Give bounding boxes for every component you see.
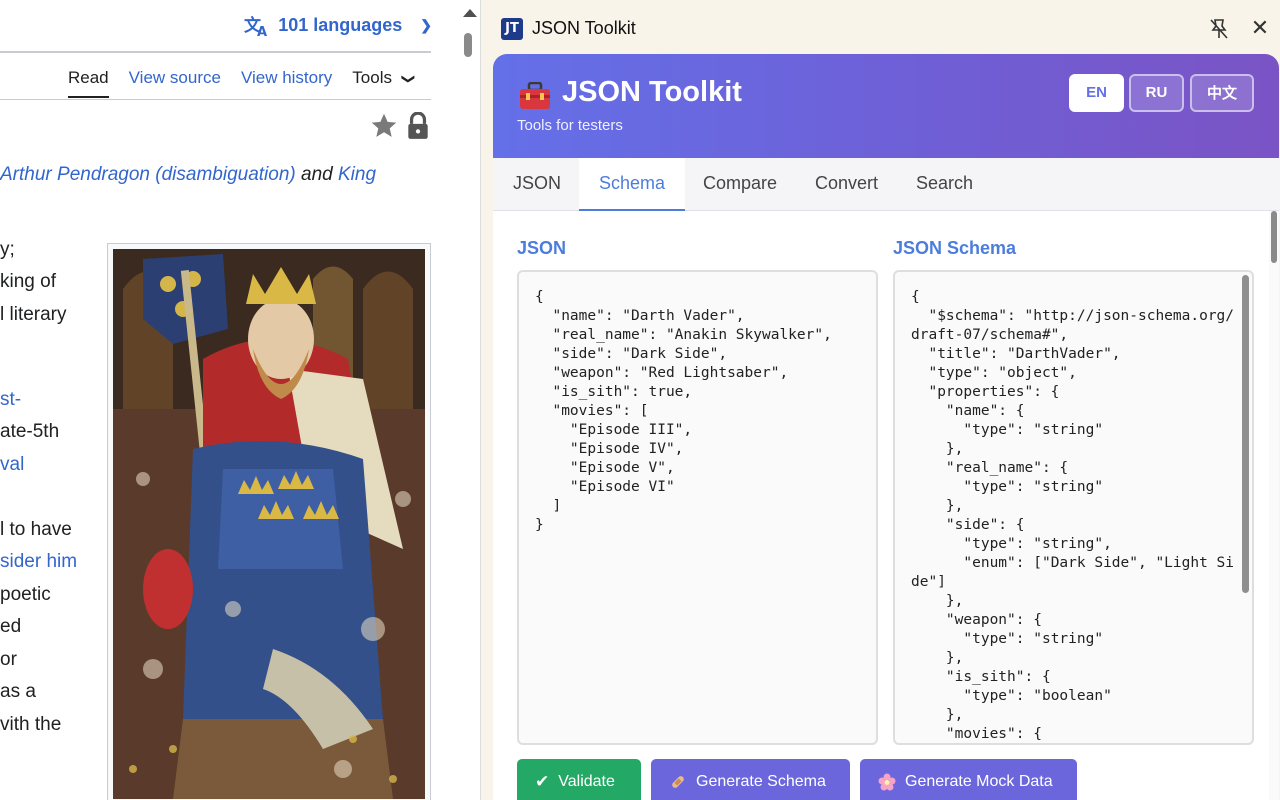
bandage-icon [672, 776, 684, 788]
body-fragment: ate-5th [0, 421, 60, 442]
schema-editor[interactable]: { "$schema": "http://json-schema.org/dra… [893, 270, 1254, 745]
check-icon: ✔ [535, 772, 550, 791]
panel-title: JSON Toolkit [532, 18, 636, 38]
page-tabs: Read View source View history Tools ❯ [68, 68, 417, 98]
flower-icon [878, 773, 896, 791]
hatnote-and: and [301, 164, 333, 185]
page-scrollbar[interactable] [459, 0, 480, 800]
json-editor-content: { "name": "Darth Vader", "real_name": "A… [535, 289, 832, 533]
body-fragment: vith the [0, 714, 62, 735]
body-fragment: or [0, 649, 17, 670]
tapestry-image [113, 249, 425, 799]
tools-label: Tools [352, 68, 392, 87]
app-logo: JT [501, 18, 523, 40]
body-link[interactable]: val [0, 449, 24, 482]
body-fragment: poetic [0, 584, 51, 605]
body-fragment: y; [0, 239, 15, 260]
star-icon[interactable] [370, 112, 398, 140]
header-divider [0, 51, 431, 53]
hatnote-link-king[interactable]: King [338, 164, 376, 185]
panel-scrollbar[interactable] [1269, 211, 1279, 800]
app-title: JSON Toolkit [562, 76, 742, 108]
schema-editor-content: { "$schema": "http://json-schema.org/dra… [911, 289, 1235, 742]
generate-schema-button[interactable]: Generate Schema [651, 759, 850, 800]
unpin-icon[interactable] [1209, 18, 1229, 40]
json-editor[interactable]: { "name": "Darth Vader", "real_name": "A… [517, 270, 878, 745]
tab-convert[interactable]: Convert [795, 158, 898, 211]
body-link[interactable]: sider him [0, 546, 77, 579]
tab-read[interactable]: Read [68, 68, 109, 98]
schema-scrollbar-thumb[interactable] [1242, 275, 1249, 593]
body-fragment: ed [0, 616, 22, 637]
json-toolkit-app: JSON Toolkit Tools for testers EN RU 中文 … [493, 54, 1279, 800]
body-fragment: l to have [0, 519, 72, 540]
body-fragment: as a [0, 681, 36, 702]
tab-tools[interactable]: Tools ❯ [352, 68, 417, 98]
tab-schema[interactable]: Schema [579, 158, 686, 211]
wiki-page: 文 A 101 languages ❯ Read View source Vie… [0, 0, 480, 800]
side-panel: JT JSON Toolkit ✕ JSON Toolkit Tools for… [481, 0, 1280, 800]
tab-search[interactable]: Search [896, 158, 993, 211]
lock-icon [408, 112, 428, 139]
generate-schema-label: Generate Schema [696, 773, 826, 790]
svg-text:A: A [257, 25, 267, 37]
schema-label: JSON Schema [893, 238, 1017, 258]
infobox-image[interactable] [107, 243, 431, 800]
body-link[interactable]: st- [0, 384, 21, 417]
chevron-down-icon: ❯ [420, 16, 432, 33]
translate-icon: 文 A [244, 15, 267, 37]
scroll-up-icon[interactable] [463, 9, 477, 17]
tab-view-source[interactable]: View source [129, 68, 221, 98]
tab-json[interactable]: JSON [493, 158, 581, 211]
tabs-divider [0, 99, 431, 100]
panel-scrollbar-thumb[interactable] [1271, 211, 1277, 263]
lang-zh-button[interactable]: 中文 [1190, 74, 1254, 112]
languages-label: 101 languages [278, 14, 403, 35]
body-fragment: king of [0, 271, 56, 292]
language-selector[interactable]: 文 A 101 languages ❯ [244, 13, 432, 38]
hatnote: Arthur Pendragon (disambiguation) and Ki… [0, 159, 376, 192]
toolbox-icon [520, 82, 550, 109]
panel-header: JT JSON Toolkit ✕ [481, 0, 1280, 54]
tool-tabs: JSON Schema Compare Convert Search [493, 158, 1279, 211]
generate-mock-label: Generate Mock Data [905, 773, 1053, 790]
chevron-down-icon: ❯ [401, 73, 417, 85]
generate-mock-button[interactable]: Generate Mock Data [860, 759, 1077, 800]
app-subtitle: Tools for testers [517, 117, 623, 134]
body-fragment: l literary [0, 304, 67, 325]
tab-view-history[interactable]: View history [241, 68, 332, 98]
validate-label: Validate [558, 773, 615, 790]
scrollbar-thumb[interactable] [464, 33, 472, 57]
lang-en-button[interactable]: EN [1069, 74, 1124, 112]
tab-compare[interactable]: Compare [683, 158, 797, 211]
hatnote-link-disambiguation[interactable]: Arthur Pendragon (disambiguation) [0, 164, 296, 185]
json-label: JSON [517, 238, 567, 258]
validate-button[interactable]: ✔ Validate [517, 759, 641, 800]
close-icon[interactable]: ✕ [1249, 16, 1271, 40]
app-header: JSON Toolkit Tools for testers EN RU 中文 [493, 54, 1279, 158]
lang-ru-button[interactable]: RU [1129, 74, 1184, 112]
